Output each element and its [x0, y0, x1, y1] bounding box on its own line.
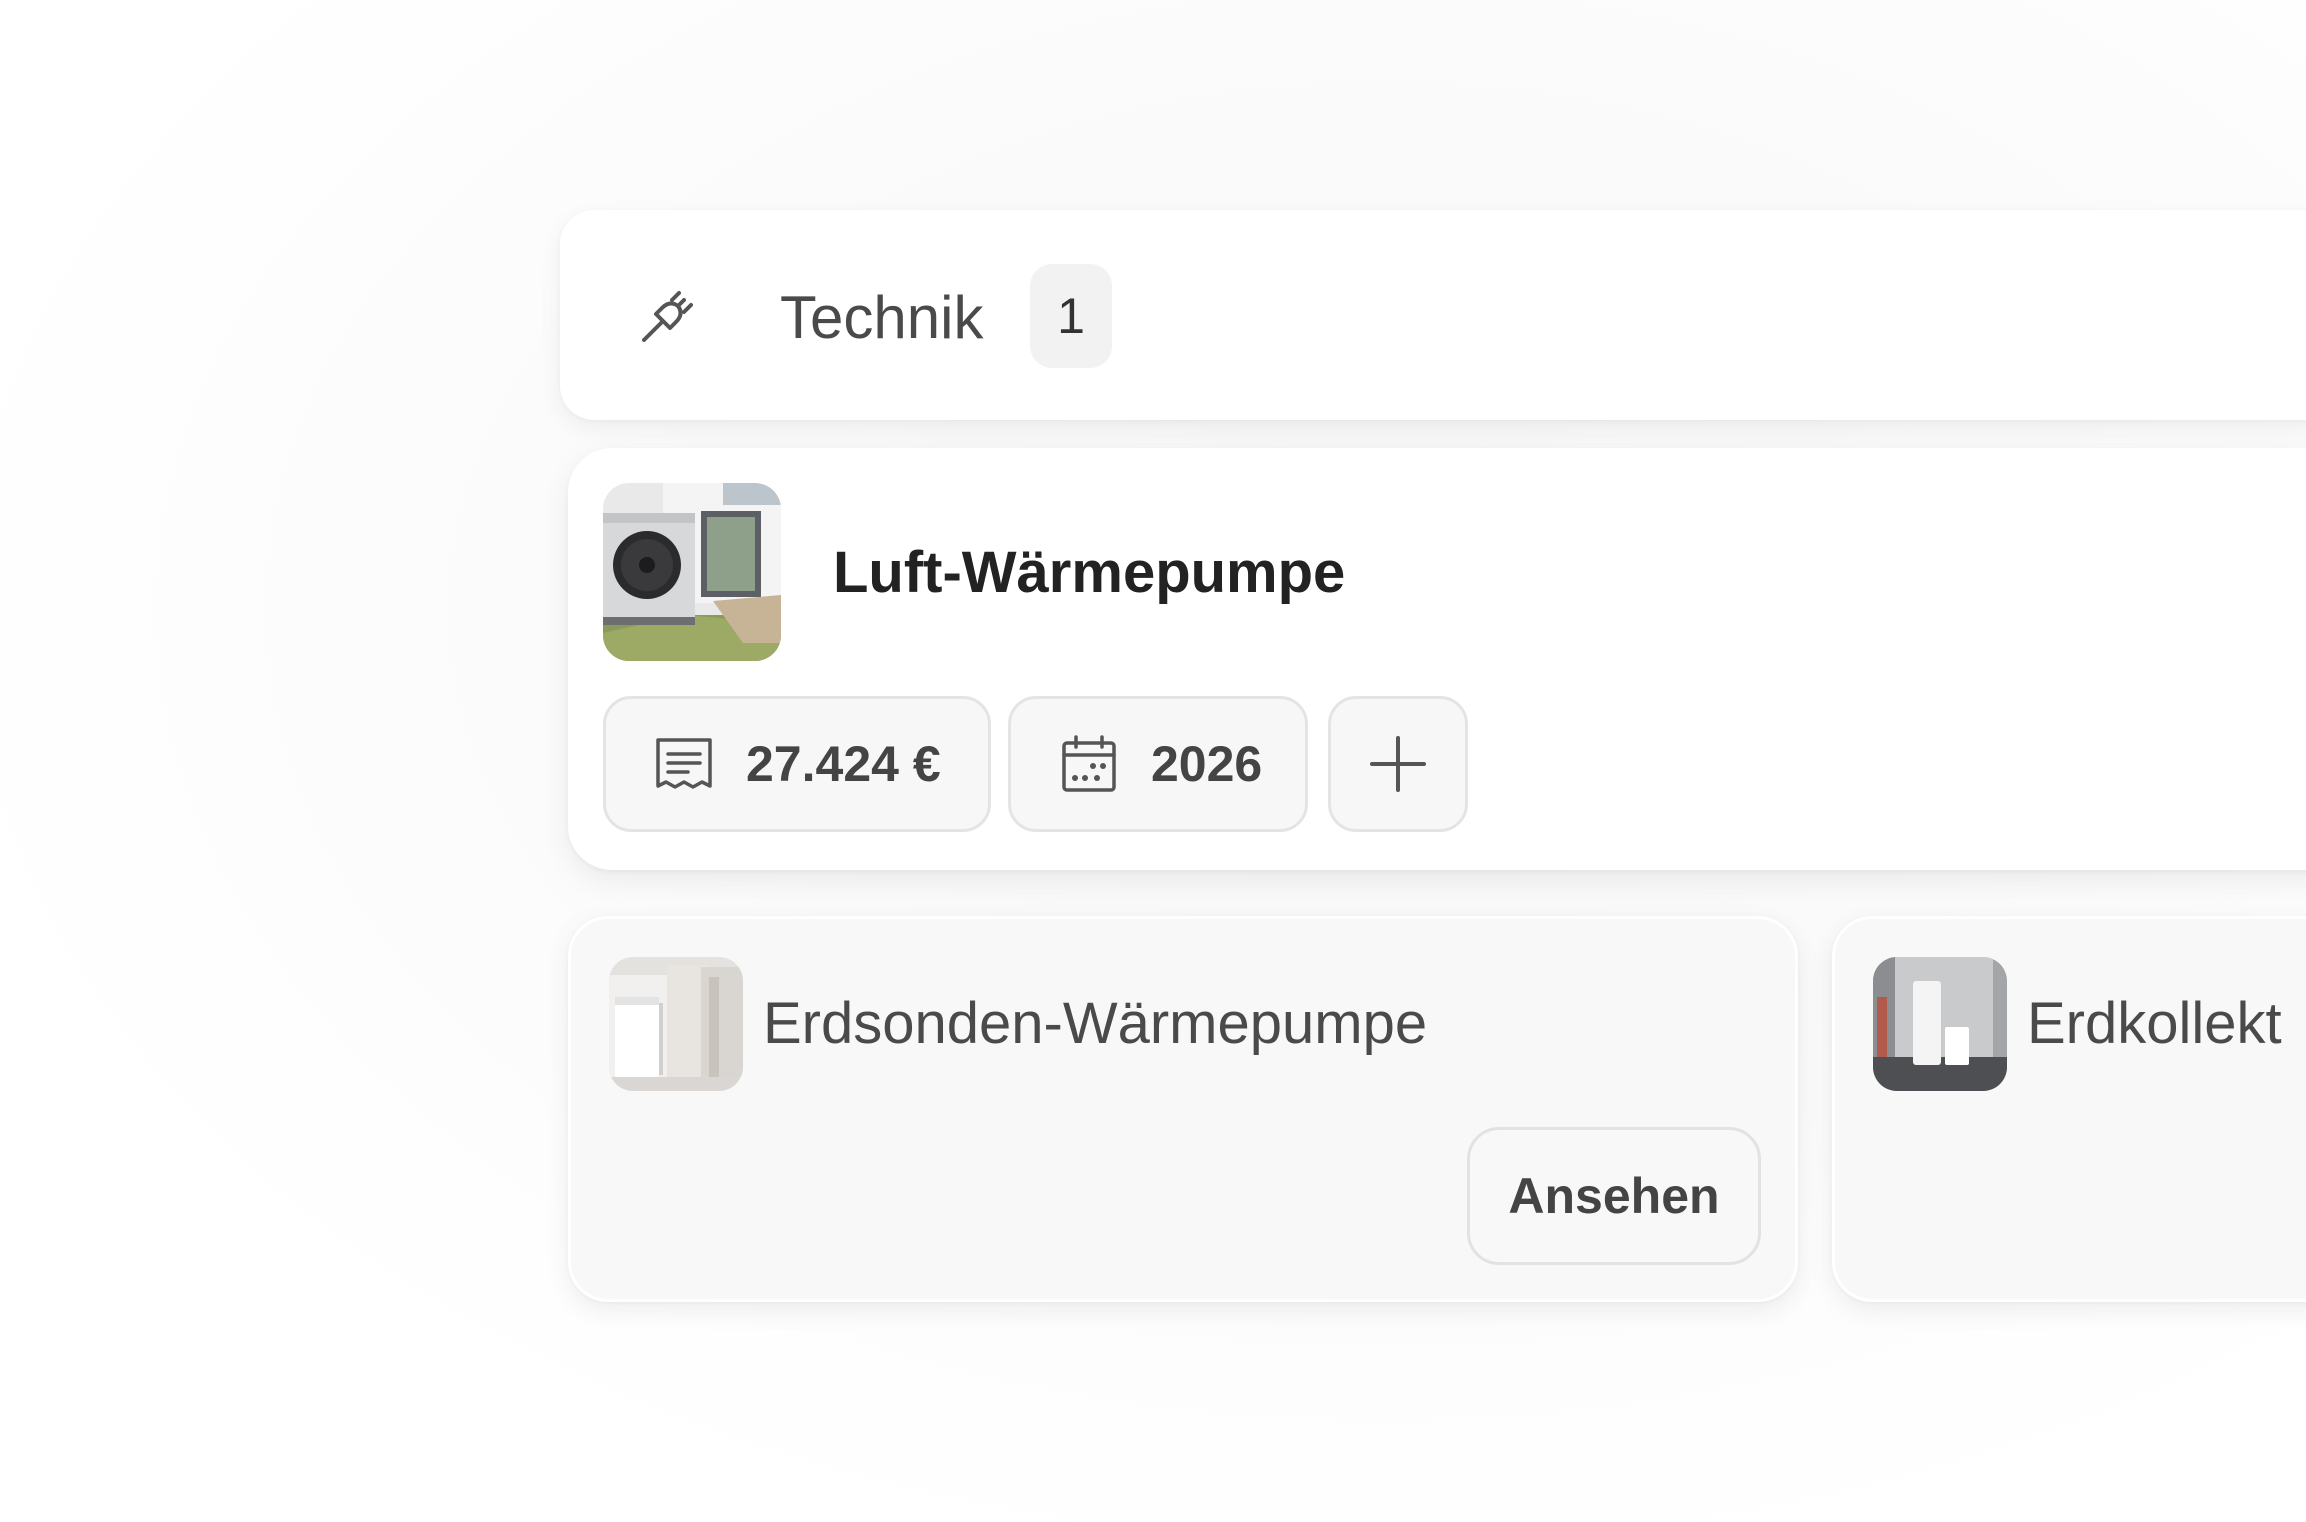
- ground-collector-heat-pump-photo: [1873, 957, 2007, 1091]
- selected-item-card: Luft-Wärmepumpe 27.424 € 2026: [568, 448, 2306, 870]
- category-header[interactable]: Technik 1: [560, 210, 2306, 420]
- page-canvas: Technik 1 Luft-Wärmepumpe 27.424 € 2026 …: [0, 0, 2306, 1522]
- alternative-card[interactable]: Erdkollekt: [1832, 916, 2306, 1302]
- year-chip[interactable]: 2026: [1008, 696, 1308, 832]
- receipt-icon: [656, 738, 712, 789]
- ground-probe-heat-pump-photo: [609, 957, 743, 1091]
- thumbnail-image: [609, 957, 743, 1091]
- category-title: Technik: [780, 284, 984, 351]
- air-heat-pump-photo: [603, 483, 781, 661]
- alternative-card[interactable]: Erdsonden-Wärmepumpe Ansehen: [568, 916, 1798, 1302]
- alternative-title: Erdsonden-Wärmepumpe: [763, 991, 1428, 1056]
- item-title: Luft-Wärmepumpe: [833, 540, 1346, 605]
- thumbnail-image: [1873, 957, 2007, 1091]
- calendar-icon: [1062, 735, 1116, 792]
- price-value: 27.424 €: [746, 736, 941, 792]
- view-button[interactable]: Ansehen: [1467, 1127, 1761, 1265]
- plug-icon: [642, 291, 693, 342]
- count-badge: 1: [1030, 264, 1112, 368]
- plus-icon: [1370, 736, 1426, 792]
- price-chip[interactable]: 27.424 €: [603, 696, 991, 832]
- year-value: 2026: [1151, 736, 1263, 792]
- add-button[interactable]: [1328, 696, 1468, 832]
- alternative-title: Erdkollekt: [2027, 991, 2282, 1056]
- thumbnail-image: [603, 483, 781, 661]
